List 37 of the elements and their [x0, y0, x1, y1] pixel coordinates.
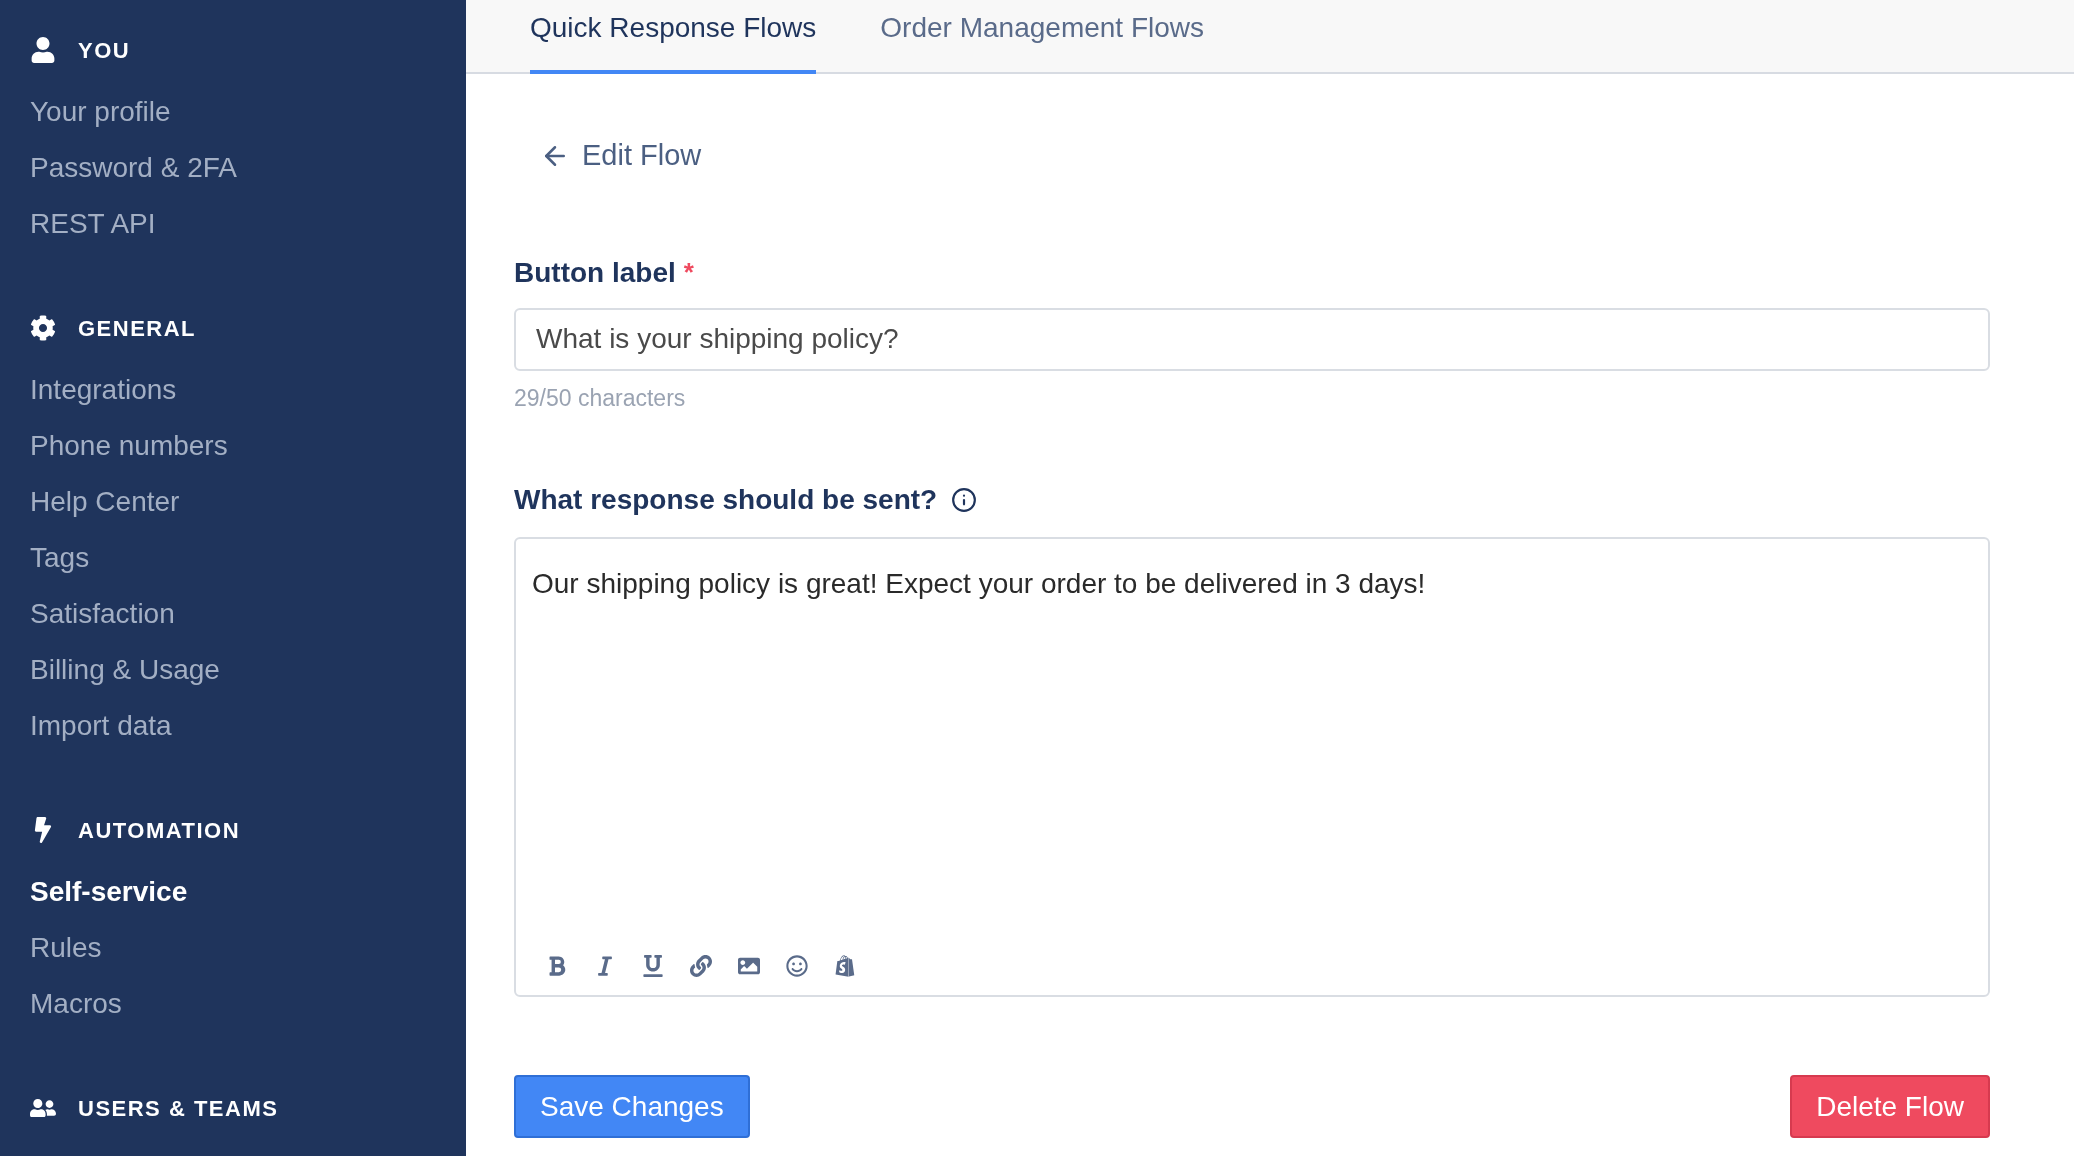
sidebar-item[interactable]: Import data [30, 698, 172, 754]
required-mark: * [683, 256, 694, 289]
info-icon[interactable] [951, 487, 978, 513]
section-heading: USERS & TEAMS [78, 1094, 279, 1123]
tab[interactable]: Order Management Flows [880, 0, 1205, 74]
sidebar-item[interactable]: Phone numbers [30, 418, 228, 474]
section-heading: AUTOMATION [78, 816, 241, 845]
image-icon[interactable] [738, 955, 760, 977]
back-link[interactable]: Edit Flow [540, 134, 702, 178]
settings-icon [30, 315, 56, 341]
sidebar-item[interactable]: Tags [30, 530, 90, 586]
save-changes-button[interactable]: Save Changes [514, 1075, 750, 1138]
text-editor[interactable]: Our shipping policy is great! Expect your order to be delivered in 3 days! [514, 537, 1990, 997]
sidebar-item[interactable]: Rules [30, 920, 102, 976]
section-heading: YOU [78, 36, 131, 65]
sidebar-item[interactable]: Help Center [30, 474, 180, 530]
underline-icon[interactable] [642, 955, 664, 977]
sidebar-item[interactable]: Macros [30, 976, 122, 1032]
tab[interactable]: Quick Response Flows [530, 0, 817, 74]
smiley-icon[interactable] [786, 955, 808, 977]
character-counter: 29/50 characters [514, 383, 687, 413]
sidebar-item[interactable]: Billing & Usage [30, 642, 220, 698]
shopping-bag-icon[interactable] [834, 955, 856, 977]
sidebar-item[interactable]: REST API [30, 196, 156, 252]
section-heading: GENERAL [78, 314, 197, 343]
sidebar-item[interactable]: Integrations [30, 362, 177, 418]
sidebar-item[interactable]: Password & 2FA [30, 140, 237, 196]
sidebar-item[interactable]: Self-service [30, 864, 188, 920]
person-icon [30, 37, 56, 63]
sidebar-item[interactable]: Satisfaction [30, 586, 175, 642]
sidebar-item[interactable]: Your profile [30, 84, 171, 140]
input-field[interactable]: What is your shipping policy? [514, 307, 1990, 371]
delete-flow-button[interactable]: Delete Flow [1790, 1075, 1990, 1138]
field-label: What response should be sent? [514, 483, 938, 517]
link-icon[interactable] [690, 955, 712, 977]
field-label: Button label [514, 255, 676, 290]
editor-text: Our shipping policy is great! Expect your order to be delivered in 3 days! [532, 567, 1427, 601]
